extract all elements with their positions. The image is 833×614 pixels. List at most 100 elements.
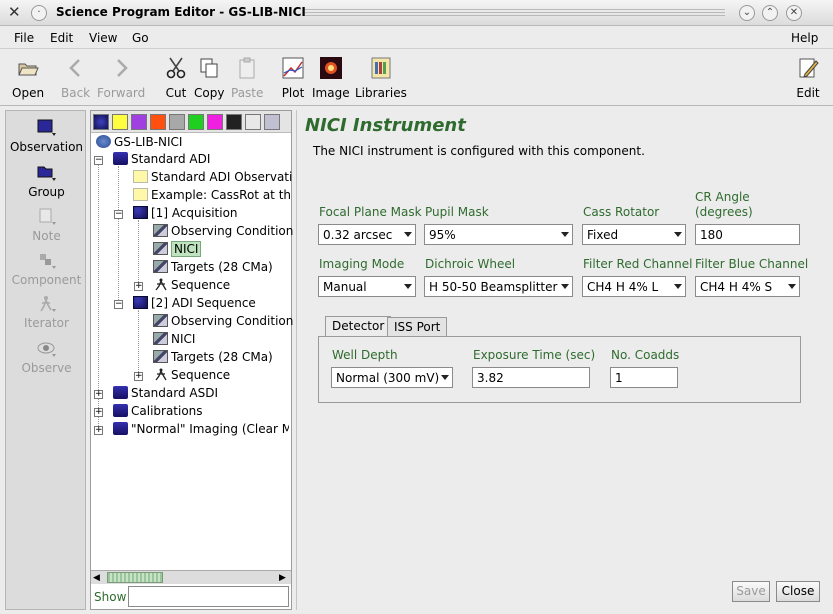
window-menu-button[interactable]: · [31, 5, 47, 21]
expand-toggle[interactable]: + [94, 408, 103, 417]
tree-node-sequence[interactable]: Sequence [153, 278, 230, 296]
color-tag-bar [91, 111, 291, 133]
forward-button[interactable]: Forward [97, 56, 145, 100]
tree-node-nici-selected[interactable]: NICI [153, 241, 202, 260]
toolbar: Open Back Forward Cut Copy Paste Plot Im… [0, 50, 833, 106]
minimize-button[interactable]: ⌄ [739, 5, 755, 21]
cut-button[interactable]: Cut [164, 56, 188, 100]
tree-node-sequence[interactable]: Sequence [153, 368, 230, 386]
tree-label: Standard ASDI [131, 386, 219, 400]
tree-node-nici[interactable]: NICI [153, 332, 195, 350]
tree-node-standard-asdi[interactable]: Standard ASDI [113, 386, 218, 404]
edit-button[interactable]: Edit [796, 56, 820, 100]
tree-label: [1] Acquisition [151, 206, 238, 220]
scroll-right-arrow-icon[interactable]: ▶ [279, 573, 286, 583]
plot-button[interactable]: Plot [281, 56, 305, 100]
well-depth-select[interactable]: Normal (300 mV) [331, 367, 453, 388]
color-tag-none[interactable] [93, 114, 109, 130]
splitter[interactable] [296, 110, 298, 610]
image-button[interactable]: Image [312, 56, 350, 100]
expand-toggle[interactable]: + [94, 390, 103, 399]
expand-toggle[interactable]: + [134, 282, 143, 291]
tree-node-conditions[interactable]: Observing Condition [153, 224, 293, 242]
libraries-button[interactable]: Libraries [355, 56, 407, 100]
maximize-button[interactable]: ⌃ [762, 5, 778, 21]
palette-component[interactable]: Component [6, 252, 87, 287]
palette-iterator[interactable]: Iterator [6, 295, 87, 330]
expand-toggle[interactable]: + [134, 372, 143, 381]
menu-file[interactable]: File [14, 31, 34, 45]
color-tag-orange[interactable] [150, 114, 166, 130]
tab-iss-port[interactable]: ISS Port [387, 317, 448, 337]
paste-label: Paste [231, 86, 264, 100]
tree-node-standard-adi[interactable]: Standard ADI [113, 152, 210, 170]
copy-button[interactable]: Copy [194, 56, 224, 100]
color-tag-yellow[interactable] [112, 114, 128, 130]
group-icon [37, 166, 56, 181]
title-decoration [305, 9, 725, 17]
palette-observation[interactable]: Observation [6, 119, 87, 154]
dropdown-arrow-icon [788, 284, 796, 289]
color-tag-purple[interactable] [131, 114, 147, 130]
expand-toggle[interactable]: + [94, 426, 103, 435]
imaging-mode-select[interactable]: Manual [318, 276, 416, 297]
show-filter-input[interactable] [128, 586, 289, 607]
eye-icon [37, 342, 56, 357]
coadds-input[interactable]: 1 [610, 367, 678, 388]
exposure-time-input[interactable]: 3.82 [472, 367, 590, 388]
focal-plane-mask-select[interactable]: 0.32 arcsec [318, 224, 416, 245]
menu-view[interactable]: View [89, 31, 117, 45]
tree-node-normal-imaging[interactable]: "Normal" Imaging (Clear Ma [113, 422, 289, 440]
tree-root[interactable]: GS-LIB-NICI [96, 135, 182, 153]
scroll-left-arrow-icon[interactable]: ◀ [93, 573, 100, 583]
cass-rotator-select[interactable]: Fixed [582, 224, 686, 245]
tree-line [138, 310, 139, 378]
tree-node-note[interactable]: Example: CassRot at th [133, 188, 291, 206]
paste-button[interactable]: Paste [231, 56, 263, 100]
close-button[interactable]: Close [776, 581, 820, 602]
tree-label: Calibrations [131, 404, 203, 418]
tree-node-targets[interactable]: Targets (28 CMa) [153, 260, 273, 278]
tree-node-note[interactable]: Standard ADI Observati [133, 170, 292, 188]
filter-blue-select[interactable]: CH4 H 4% S [695, 276, 800, 297]
iterator-icon [39, 296, 56, 312]
palette-observe[interactable]: Observe [6, 340, 87, 375]
menu-go[interactable]: Go [132, 31, 149, 45]
palette-note[interactable]: Note [6, 208, 87, 243]
tab-detector[interactable]: Detector [325, 316, 392, 337]
collapse-toggle[interactable]: − [114, 300, 123, 309]
color-tag-obs[interactable] [264, 114, 280, 130]
plot-label: Plot [281, 86, 305, 100]
color-tag-light[interactable] [245, 114, 261, 130]
pupil-mask-select[interactable]: 95% [424, 224, 573, 245]
menu-edit[interactable]: Edit [50, 31, 73, 45]
note-icon [133, 188, 148, 201]
close-window-button[interactable]: ✕ [786, 5, 802, 21]
color-tag-gray[interactable] [169, 114, 185, 130]
back-arrow-icon [68, 59, 80, 77]
palette-group[interactable]: Group [6, 164, 87, 199]
color-tag-green[interactable] [188, 114, 204, 130]
color-tag-black[interactable] [226, 114, 242, 130]
collapse-toggle[interactable]: − [114, 210, 123, 219]
show-label: Show [94, 590, 127, 604]
tree-node-calibrations[interactable]: Calibrations [113, 404, 203, 422]
tree-node-adi-sequence[interactable]: [2] ADI Sequence [133, 296, 256, 314]
tree-horizontal-scrollbar[interactable]: ◀ ▶ [91, 570, 291, 584]
dichroic-wheel-select[interactable]: H 50-50 Beamsplitter [424, 276, 573, 297]
filter-red-select[interactable]: CH4 H 4% L [582, 276, 686, 297]
collapse-toggle[interactable]: − [94, 156, 103, 165]
scroll-thumb[interactable] [107, 572, 163, 583]
save-button[interactable]: Save [732, 581, 770, 602]
group-folder-icon [113, 422, 128, 435]
color-tag-magenta[interactable] [207, 114, 223, 130]
tree-node-targets[interactable]: Targets (28 CMa) [153, 350, 273, 368]
tree-node-conditions[interactable]: Observing Condition [153, 314, 293, 332]
menu-help[interactable]: Help [791, 31, 818, 45]
exposure-time-label: Exposure Time (sec) [473, 348, 596, 362]
tree-node-acquisition[interactable]: [1] Acquisition [133, 206, 238, 224]
cr-angle-input[interactable]: 180 [695, 224, 800, 245]
dropdown-arrow-icon [561, 284, 569, 289]
back-button[interactable]: Back [61, 56, 90, 100]
open-button[interactable]: Open [12, 56, 44, 100]
